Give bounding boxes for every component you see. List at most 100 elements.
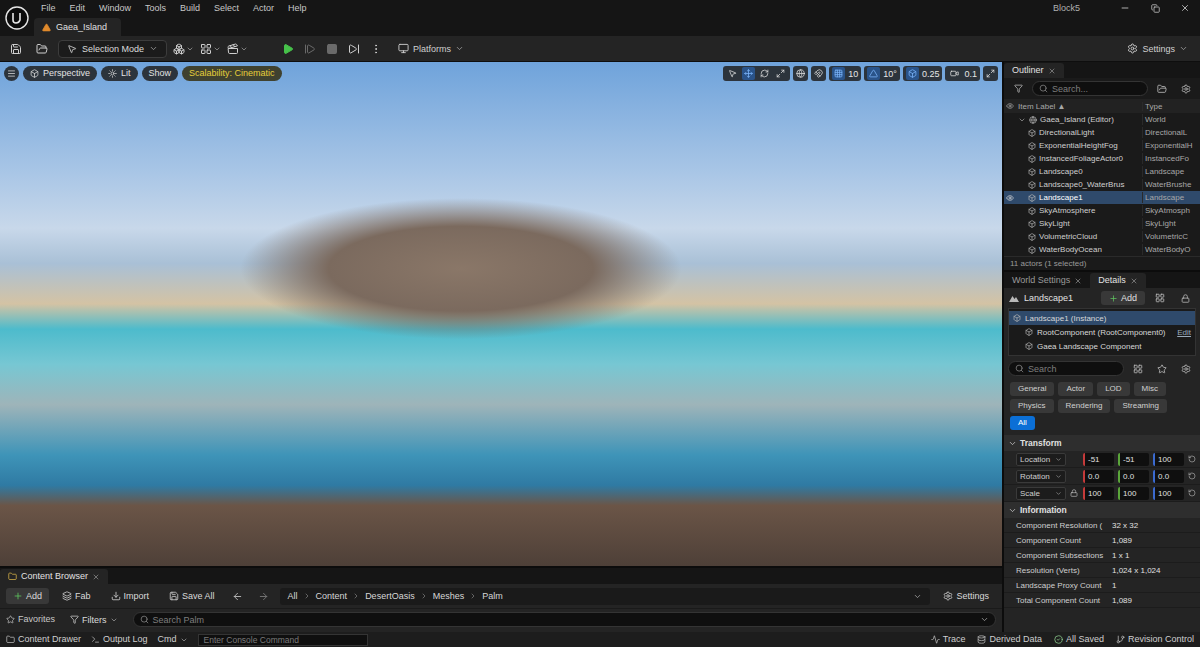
console-input[interactable]: Enter Console Command [198,634,368,646]
viewport-menu-button[interactable] [4,66,19,81]
blueprint-button[interactable] [1150,289,1170,307]
show-button[interactable]: Show [142,66,179,81]
import-button[interactable]: Import [104,588,157,604]
transform-mode-dropdown[interactable]: Rotation [1016,470,1066,483]
lighting-button[interactable]: Lit [101,66,138,81]
outliner-settings-button[interactable] [1176,80,1196,98]
breadcrumb[interactable]: Meshes [433,591,465,601]
cinematics-button[interactable] [227,40,248,58]
save-button[interactable] [6,40,26,58]
select-tool[interactable] [726,67,739,80]
transform-mode-dropdown[interactable]: Scale [1016,487,1066,500]
category-button[interactable]: LOD [1097,382,1129,396]
column-header[interactable]: Type [1142,102,1200,111]
layout-button[interactable] [983,66,998,81]
vector-field[interactable]: -51 [1083,453,1114,466]
blueprint-button[interactable] [200,40,221,58]
saved-button[interactable]: All Saved [1054,634,1104,645]
category-button[interactable]: Rendering [1058,399,1111,413]
rotate-tool[interactable] [758,67,771,80]
details-search[interactable]: Search [1008,361,1124,376]
outliner-row[interactable]: Landscape1Landscape [1004,191,1200,204]
outliner-row[interactable]: Gaea_Island (Editor)World [1004,113,1200,126]
visibility-toggle[interactable] [1004,194,1016,202]
menu-item[interactable]: Tools [138,2,173,14]
edit-link[interactable]: Edit [1177,328,1191,337]
outliner-row[interactable]: DirectionalLightDirectionalL [1004,126,1200,139]
vector-field[interactable]: 0.0 [1083,470,1114,483]
section-header[interactable]: Information [1004,502,1200,518]
data-button[interactable]: Derived Data [977,634,1042,645]
coordinate-space-button[interactable] [793,66,808,81]
column-header[interactable]: Item Label ▲ [1016,102,1142,111]
view-mode-button[interactable]: Perspective [23,66,97,81]
trace-button[interactable]: Trace [931,634,966,645]
panel-tab[interactable]: Details [1090,273,1146,288]
outliner-row[interactable]: ExponentialHeightFogExponentialH [1004,139,1200,152]
outliner-tab[interactable]: Outliner [1004,63,1064,78]
breadcrumb[interactable]: All [288,591,298,601]
new-folder-button[interactable] [1152,80,1172,98]
settings-button[interactable]: Settings [1121,41,1194,57]
category-button[interactable]: Streaming [1114,399,1166,413]
level-viewport[interactable]: Perspective Lit ShowScalability: Cinematic… [0,62,1002,566]
lock-button[interactable] [1175,289,1195,307]
section-header[interactable]: Transform [1004,435,1200,451]
content-search[interactable]: Search Palm [133,612,996,627]
favorites-toggle[interactable]: Favorites [6,614,55,625]
logo[interactable] [0,0,34,36]
save-button[interactable]: Save All [162,588,222,604]
close-button[interactable] [1170,0,1200,16]
menu-item[interactable]: Window [92,2,138,14]
favorites-button[interactable] [1152,360,1172,378]
move-tool[interactable] [742,67,755,80]
breadcrumb[interactable]: Content [316,591,348,601]
vector-field[interactable]: 100 [1153,453,1184,466]
component-row[interactable]: RootComponent (RootComponent0)Edit [1009,325,1195,339]
scale-snap[interactable]: 0.25 [903,66,943,81]
menu-item[interactable]: Edit [63,2,93,14]
category-button[interactable]: Physics [1010,399,1054,413]
cmd-button[interactable]: Cmd [158,634,188,645]
content-settings-button[interactable]: Settings [936,588,996,604]
category-button[interactable]: All [1010,416,1035,430]
menu-item[interactable]: File [34,2,63,14]
back-button[interactable] [228,587,248,605]
outliner-row[interactable]: Landscape0Landscape [1004,165,1200,178]
breadcrumb[interactable]: Palm [482,591,503,601]
surface-snap-button[interactable] [811,66,826,81]
outliner-row[interactable]: WaterBodyOceanWaterBodyO [1004,243,1200,256]
category-button[interactable]: General [1010,382,1054,396]
content-browser-tab[interactable]: Content Browser [0,569,108,584]
advance-button[interactable] [300,40,320,58]
add-actor-button[interactable] [173,40,194,58]
transform-mode-dropdown[interactable]: Location [1016,453,1066,466]
vector-field[interactable]: 0.0 [1153,470,1184,483]
revision-button[interactable]: Revision Control [1116,634,1194,645]
add-button[interactable]: Add [6,588,49,604]
details-settings-button[interactable] [1176,360,1196,378]
filters-button[interactable]: Filters [63,612,125,628]
unreal-logo-icon[interactable] [5,6,29,30]
vector-field[interactable]: 100 [1153,487,1184,500]
menu-item[interactable]: Help [281,2,314,14]
add-component-button[interactable]: Add [1101,291,1145,305]
menu-item[interactable]: Select [207,2,246,14]
eject-button[interactable] [344,40,364,58]
camera-snap[interactable]: 0.1 [945,66,980,81]
browse-button[interactable] [32,40,52,58]
outliner-row[interactable]: SkyAtmosphereSkyAtmosph [1004,204,1200,217]
mode-dropdown[interactable]: Selection Mode [58,40,167,58]
scalability-button[interactable]: Scalability: Cinematic [182,66,282,81]
fab-button[interactable]: Fab [55,588,98,604]
document-tab[interactable]: Gaea_Island [34,18,121,36]
outliner-row[interactable]: InstancedFoliageActor0InstancedFo [1004,152,1200,165]
category-button[interactable]: Misc [1134,382,1166,396]
outliner-search[interactable]: Search... [1032,81,1148,96]
play-button[interactable] [278,40,298,58]
category-button[interactable]: Actor [1058,382,1093,396]
play-options-button[interactable] [366,40,386,58]
forward-button[interactable] [254,587,274,605]
stop-button[interactable] [322,40,342,58]
vector-field[interactable]: 100 [1118,487,1149,500]
